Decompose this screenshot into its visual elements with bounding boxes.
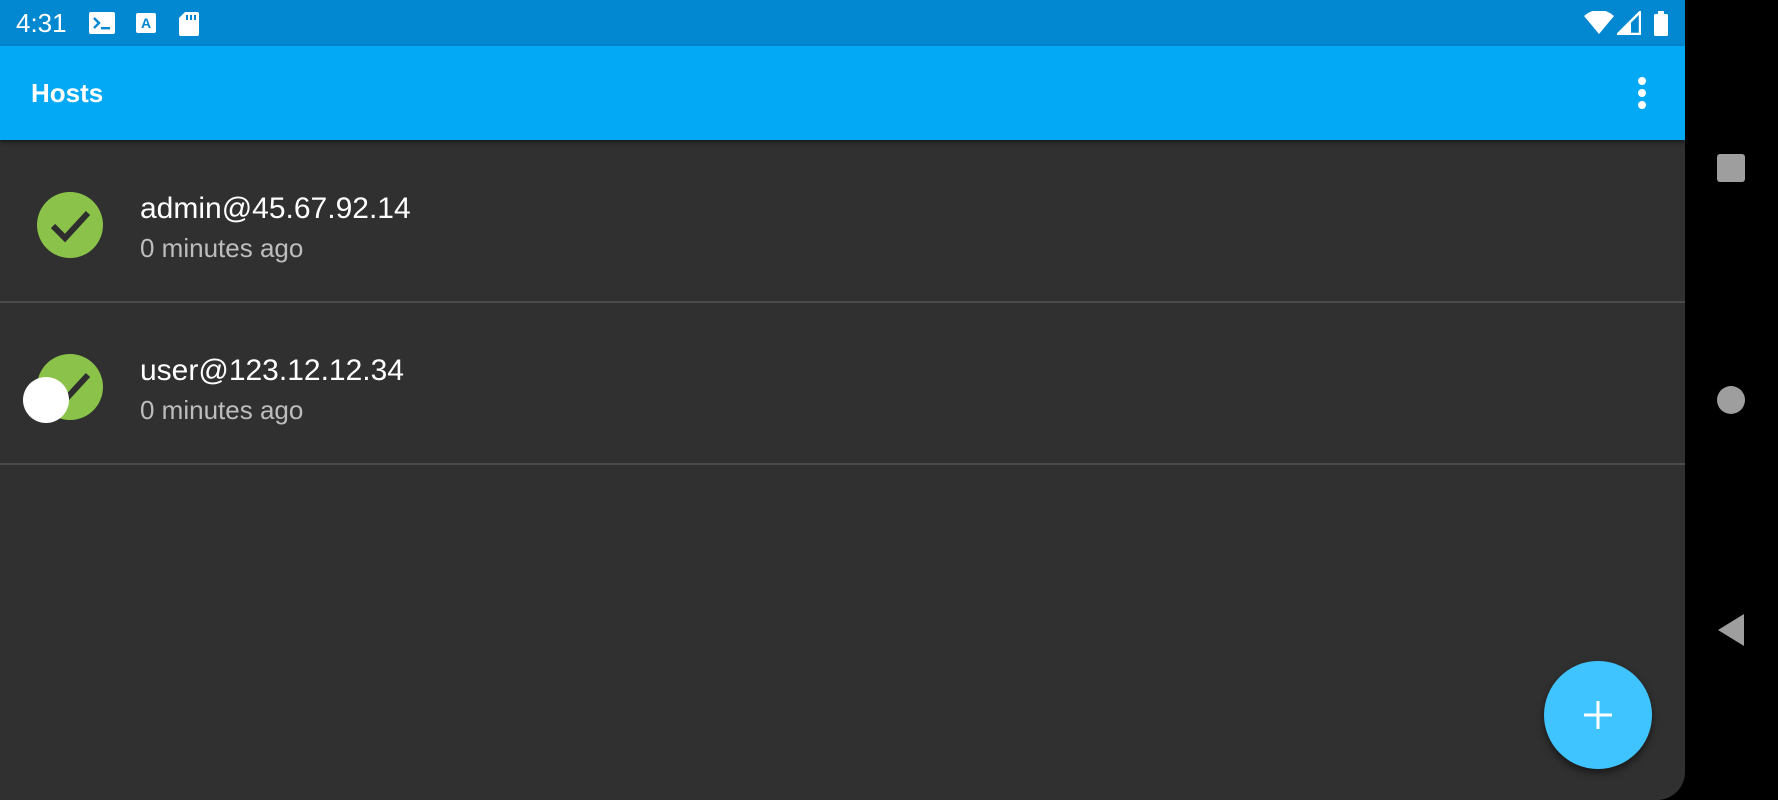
terminal-icon	[89, 11, 115, 35]
status-bar: 4:31 A	[0, 0, 1685, 46]
app-bar: Hosts	[0, 46, 1685, 140]
host-last-connected: 0 minutes ago	[140, 233, 304, 263]
home-circle-icon	[1717, 386, 1745, 414]
back-button[interactable]	[1699, 598, 1763, 662]
host-row[interactable]: admin@45.67.92.14 0 minutes ago	[0, 141, 1685, 303]
cellular-signal-icon	[1615, 9, 1643, 36]
host-name: user@123.12.12.34	[140, 354, 404, 387]
navigation-bar	[1685, 0, 1778, 800]
plus-icon	[1584, 701, 1612, 729]
sd-card-icon	[178, 11, 204, 36]
check-circle-icon	[37, 192, 103, 258]
wifi-icon	[1583, 10, 1615, 35]
status-time: 4:31	[16, 8, 67, 38]
touch-indicator	[23, 377, 69, 423]
back-triangle-icon	[1718, 614, 1744, 646]
home-button[interactable]	[1699, 368, 1763, 432]
recents-square-icon	[1717, 154, 1745, 182]
add-host-button[interactable]	[1544, 661, 1652, 769]
more-vert-icon	[1638, 77, 1646, 109]
page-title: Hosts	[31, 78, 104, 108]
svg-text:A: A	[141, 15, 151, 31]
recents-button[interactable]	[1699, 136, 1763, 200]
font-a-icon: A	[134, 11, 160, 35]
host-last-connected: 0 minutes ago	[140, 395, 304, 425]
host-row[interactable]: user@123.12.12.34 0 minutes ago	[0, 303, 1685, 465]
app-screen: 4:31 A Hosts admin@45.67.92.14 0 minutes…	[0, 0, 1685, 800]
host-name: admin@45.67.92.14	[140, 192, 411, 225]
overflow-menu-button[interactable]	[1620, 66, 1664, 120]
battery-icon	[1653, 11, 1669, 36]
